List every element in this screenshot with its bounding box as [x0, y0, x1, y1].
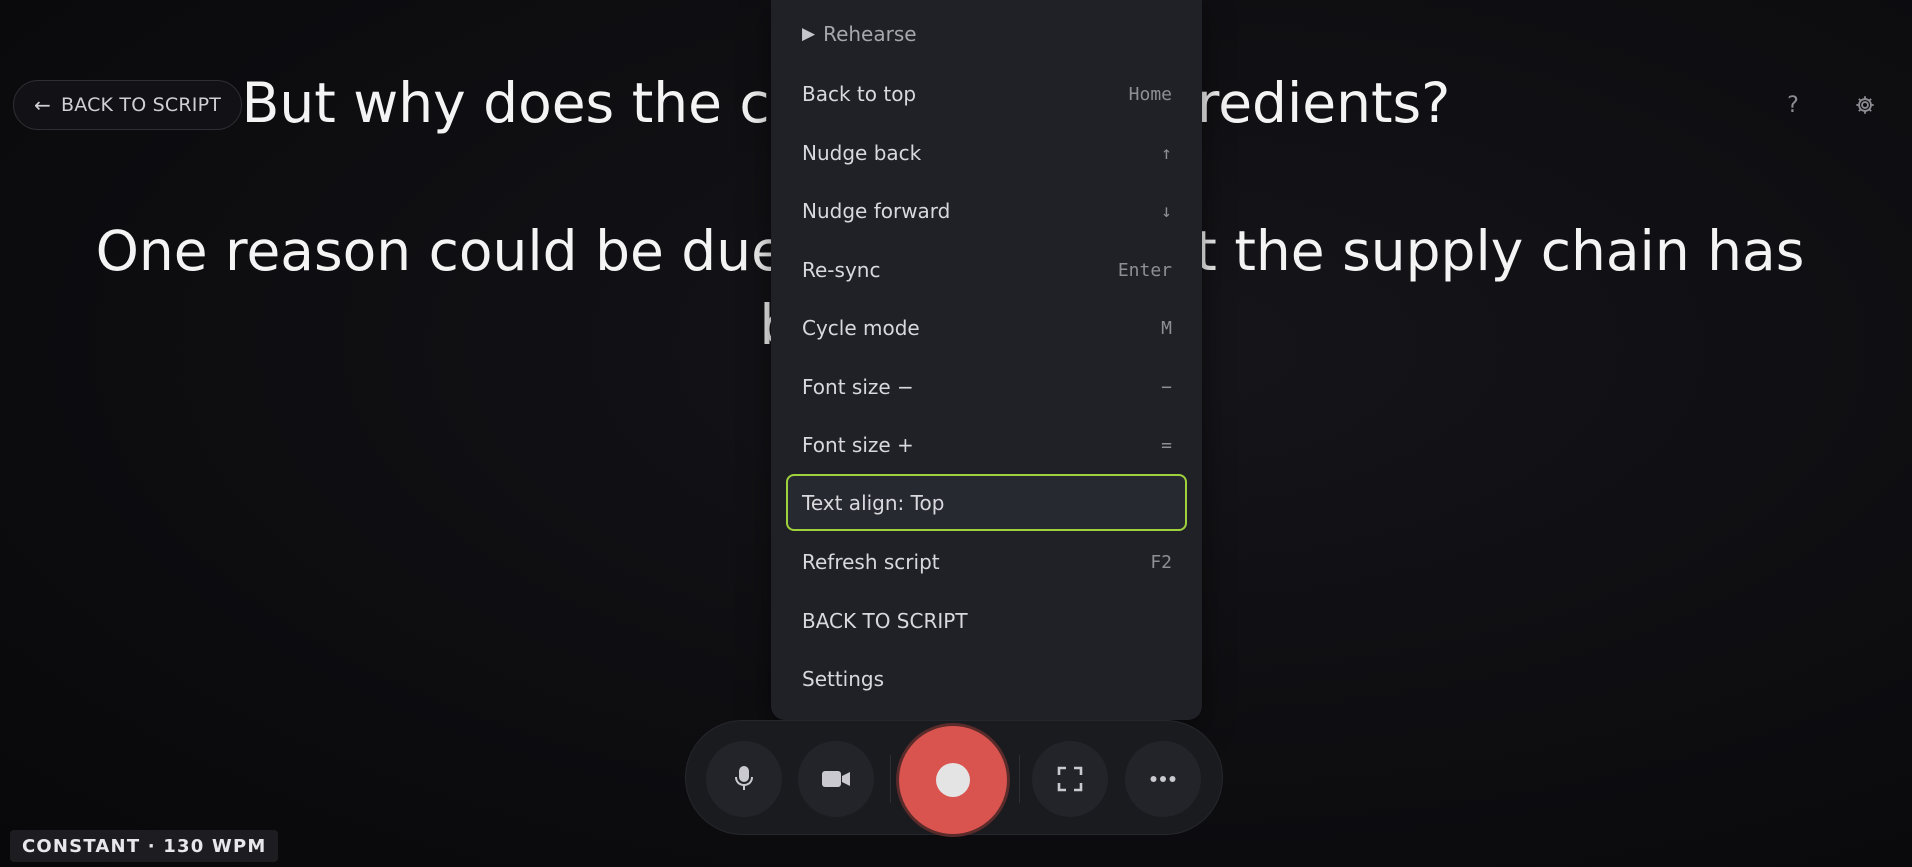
menu-item-label: Refresh script: [802, 550, 940, 574]
menu-item-shortcut: −: [1161, 376, 1172, 398]
menu-item-shortcut: F2: [1150, 551, 1172, 573]
menu-item-label: Nudge back: [802, 141, 922, 165]
gear-icon: [1856, 96, 1874, 114]
menu-item-label: Font size +: [802, 433, 914, 457]
fullscreen-icon: [1057, 766, 1083, 792]
menu-item-text-align[interactable]: Text align: Top: [786, 474, 1187, 531]
menu-item-label: Text align: Top: [802, 490, 945, 515]
help-icon: ?: [1787, 92, 1799, 118]
fullscreen-button[interactable]: [1032, 741, 1108, 817]
settings-button[interactable]: [1848, 88, 1882, 122]
menu-item-shortcut: ↑: [1161, 142, 1172, 164]
shortcuts-menu: ▶ Rehearse Back to top Home Nudge back ↑…: [771, 0, 1202, 720]
menu-item-settings[interactable]: Settings: [786, 652, 1187, 706]
menu-item-shortcut: M: [1161, 317, 1172, 339]
control-divider: [1019, 755, 1020, 803]
record-button[interactable]: [899, 726, 1007, 834]
mode-speed-badge: CONSTANT · 130 WPM: [10, 830, 279, 862]
control-bar: [685, 720, 1223, 835]
microphone-button[interactable]: [706, 741, 782, 817]
menu-item-cycle-mode[interactable]: Cycle mode M: [786, 301, 1187, 355]
more-button[interactable]: [1125, 741, 1201, 817]
back-to-script-label: BACK TO SCRIPT: [60, 94, 222, 116]
menu-item-shortcut: Home: [1128, 83, 1172, 105]
camera-button[interactable]: [798, 741, 874, 817]
menu-header-label: Rehearse: [823, 22, 917, 46]
menu-item-back-to-top[interactable]: Back to top Home: [786, 67, 1187, 121]
menu-item-refresh-script[interactable]: Refresh script F2: [786, 535, 1187, 589]
menu-item-shortcut: Enter: [1117, 259, 1172, 281]
menu-item-nudge-forward[interactable]: Nudge forward ↓: [786, 184, 1187, 238]
play-icon: ▶: [802, 24, 816, 44]
menu-item-font-size-increase[interactable]: Font size + =: [786, 418, 1187, 472]
menu-item-back-to-script[interactable]: BACK TO SCRIPT: [786, 594, 1187, 648]
arrow-left-icon: ←: [34, 93, 51, 117]
menu-item-font-size-decrease[interactable]: Font size − −: [786, 360, 1187, 414]
record-dot-icon: [936, 763, 970, 797]
menu-item-label: Back to top: [802, 82, 917, 106]
menu-item-label: Font size −: [802, 375, 914, 399]
menu-item-shortcut: =: [1161, 434, 1172, 456]
menu-item-label: Cycle mode: [802, 316, 920, 340]
menu-item-re-sync[interactable]: Re-sync Enter: [786, 243, 1187, 297]
microphone-icon: [735, 766, 753, 790]
menu-header-rehearse[interactable]: ▶ Rehearse: [802, 22, 917, 46]
menu-item-shortcut: ↓: [1161, 200, 1172, 222]
control-divider: [890, 755, 891, 803]
more-icon: [1150, 776, 1176, 782]
help-button[interactable]: ?: [1776, 88, 1810, 122]
camera-icon: [822, 771, 850, 787]
teleprompter-stage: But why does the cost of these ingredien…: [0, 0, 1912, 867]
menu-item-nudge-back[interactable]: Nudge back ↑: [786, 126, 1187, 180]
menu-item-label: Nudge forward: [802, 199, 951, 223]
back-to-script-button[interactable]: ← BACK TO SCRIPT: [13, 80, 243, 130]
menu-item-label: Re-sync: [802, 258, 881, 282]
menu-item-label: Settings: [802, 667, 885, 691]
menu-item-label: BACK TO SCRIPT: [802, 609, 968, 633]
